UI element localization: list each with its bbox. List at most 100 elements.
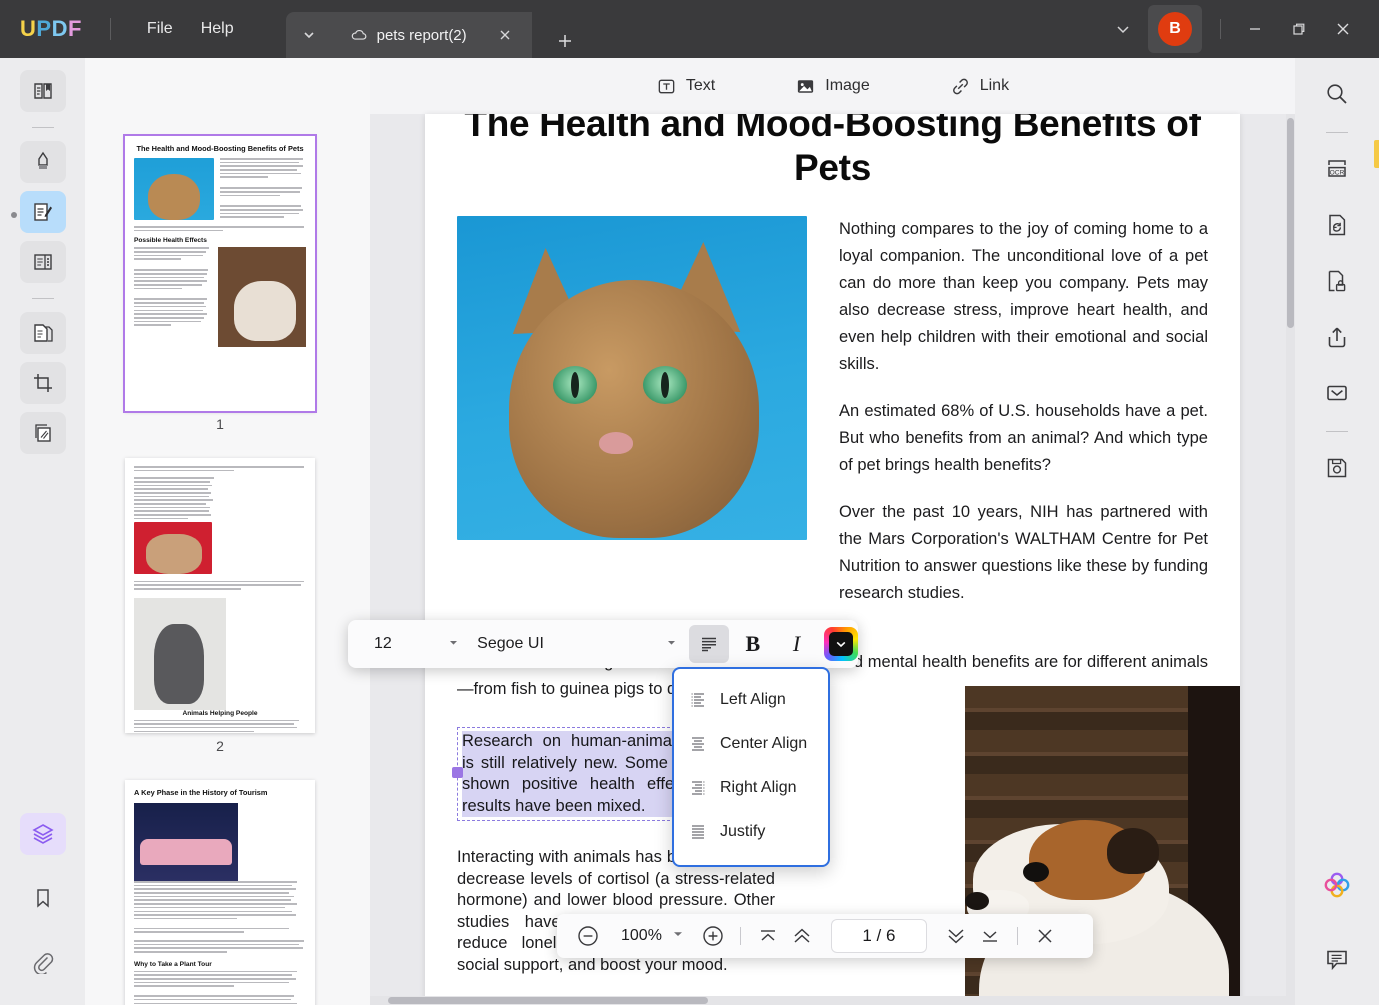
ocr-icon: OCR (1328, 160, 1346, 177)
font-family-value: Segoe UI (477, 635, 544, 652)
sidebar-item-layers[interactable] (19, 813, 66, 855)
menu-item-left-align[interactable]: Left Align (674, 678, 828, 722)
close-zoom-bar-button[interactable] (1028, 919, 1062, 953)
plus-circle-icon (703, 926, 723, 946)
font-family-select[interactable]: Segoe UI (467, 635, 685, 653)
tool-convert[interactable] (1314, 203, 1360, 247)
text-lines (134, 466, 306, 472)
page-number-input[interactable]: 1 / 6 (830, 919, 927, 953)
tab-list-button[interactable] (285, 12, 332, 58)
tab-link[interactable]: Link (937, 69, 1022, 104)
layers-icon (31, 824, 54, 844)
page-thumbnail-panel[interactable]: The Health and Mood-Boosting Benefits of… (85, 58, 370, 1005)
align-button[interactable] (689, 625, 729, 663)
menu-item-right-align[interactable]: Right Align (674, 766, 828, 810)
last-page-button[interactable] (973, 919, 1007, 953)
zoom-out-button[interactable] (571, 919, 605, 953)
sidebar-item-bookmarks[interactable] (20, 877, 66, 919)
tool-ocr[interactable]: OCR (1314, 147, 1360, 191)
restore-button[interactable] (1277, 7, 1321, 51)
italic-label: I (792, 631, 801, 656)
sidebar-item-attachments[interactable] (20, 941, 66, 983)
sidebar-item-edit-pdf[interactable] (19, 191, 66, 233)
previous-page-icon (794, 928, 810, 943)
chevron-down-icon[interactable] (672, 927, 684, 945)
paperclip-icon (33, 953, 53, 974)
paragraph: An estimated 68% of U.S. households have… (839, 402, 1208, 474)
align-right-icon (692, 781, 705, 795)
close-icon[interactable] (492, 22, 518, 48)
text-lines (134, 580, 306, 590)
more-options-button[interactable] (1104, 10, 1142, 48)
cat-photo[interactable] (457, 216, 807, 540)
font-size-select[interactable]: 12 (348, 635, 467, 653)
zoom-navigation-bar: 100% 1 / 6 (557, 914, 1093, 958)
menu-item-center-align[interactable]: Center Align (674, 722, 828, 766)
page-title: The Health and Mood-Boosting Benefits of… (464, 114, 1201, 188)
content-row: Nothing compares to the joy of coming ho… (457, 216, 1208, 627)
thumbnail-page-3[interactable]: A Key Phase in the History of Tourism Wh… (125, 780, 315, 1005)
divider (31, 127, 54, 128)
horizontal-scrollbar[interactable] (370, 996, 1295, 1005)
thumbnail-page-2[interactable]: Animals Helping People (125, 458, 315, 733)
sidebar-item-crop[interactable] (19, 362, 66, 404)
document-tab[interactable]: pets report(2) (331, 12, 532, 58)
sidebar-item-batch[interactable] (19, 412, 66, 454)
close-icon (1337, 23, 1349, 35)
tab-image[interactable]: Image (782, 69, 882, 104)
text-color-button[interactable] (824, 627, 859, 661)
resize-handle[interactable] (452, 766, 463, 778)
minus-circle-icon (578, 926, 598, 946)
tool-protect[interactable] (1314, 259, 1360, 303)
tab-link-label: Link (979, 77, 1010, 94)
menu-file[interactable]: File (133, 14, 187, 44)
align-left-icon (702, 637, 717, 652)
sidebar-item-annotate[interactable] (19, 141, 66, 183)
tab-text[interactable]: Text (643, 69, 728, 104)
new-tab-button[interactable] (548, 24, 582, 58)
next-page-button[interactable] (939, 919, 973, 953)
paragraph: Nothing compares to the joy of coming ho… (839, 220, 1208, 373)
logo-letter-f: F (67, 16, 82, 41)
menu-help[interactable]: Help (187, 14, 248, 44)
tool-save[interactable] (1314, 446, 1360, 490)
divider (31, 298, 54, 299)
restore-icon (1293, 23, 1305, 35)
vertical-scrollbar[interactable] (1286, 114, 1295, 1005)
tab-text-label: Text (685, 77, 716, 94)
divider (109, 18, 111, 40)
sidebar-item-organize[interactable] (19, 312, 66, 354)
italic-button[interactable]: I (777, 625, 817, 663)
highlighter-icon (37, 151, 48, 169)
tab-image-label: Image (825, 77, 870, 94)
tool-search[interactable] (1314, 72, 1360, 116)
thumbnail-subheading: Animals Helping People (182, 709, 258, 717)
sidebar-item-page-edit[interactable] (19, 241, 66, 283)
text-lines (134, 226, 306, 232)
minimize-button[interactable] (1233, 7, 1277, 51)
align-center-icon (692, 737, 704, 751)
logo-letter-u: U (20, 16, 37, 41)
previous-page-button[interactable] (785, 919, 819, 953)
divider (1220, 19, 1221, 39)
account-button[interactable]: B (1148, 5, 1202, 53)
svg-text:OCR: OCR (1330, 169, 1345, 176)
thumbnail-page-1[interactable]: The Health and Mood-Boosting Benefits of… (123, 134, 317, 413)
sidebar-item-reader[interactable] (19, 70, 66, 112)
align-dropdown-menu[interactable]: Left Align Center Align Right Align Just… (672, 667, 830, 867)
havana-photo (134, 803, 238, 881)
close-button[interactable] (1321, 7, 1365, 51)
first-page-button[interactable] (751, 919, 785, 953)
zoom-level-value[interactable]: 100% (621, 927, 662, 945)
intro-text-block[interactable]: Nothing compares to the joy of coming ho… (839, 216, 1208, 627)
tool-ai-assistant[interactable] (1314, 863, 1360, 907)
bold-button[interactable]: B (733, 625, 773, 663)
zoom-in-button[interactable] (696, 919, 730, 953)
menu-item-justify[interactable]: Justify (674, 810, 828, 854)
pdf-page-1[interactable]: The Health and Mood-Boosting Benefits of… (425, 114, 1240, 1005)
tool-comments[interactable] (1314, 937, 1360, 981)
tool-share[interactable] (1314, 315, 1360, 359)
tool-email[interactable] (1314, 371, 1360, 415)
thumbnail-page-number: 1 (216, 416, 224, 432)
active-indicator-dot (11, 212, 17, 218)
